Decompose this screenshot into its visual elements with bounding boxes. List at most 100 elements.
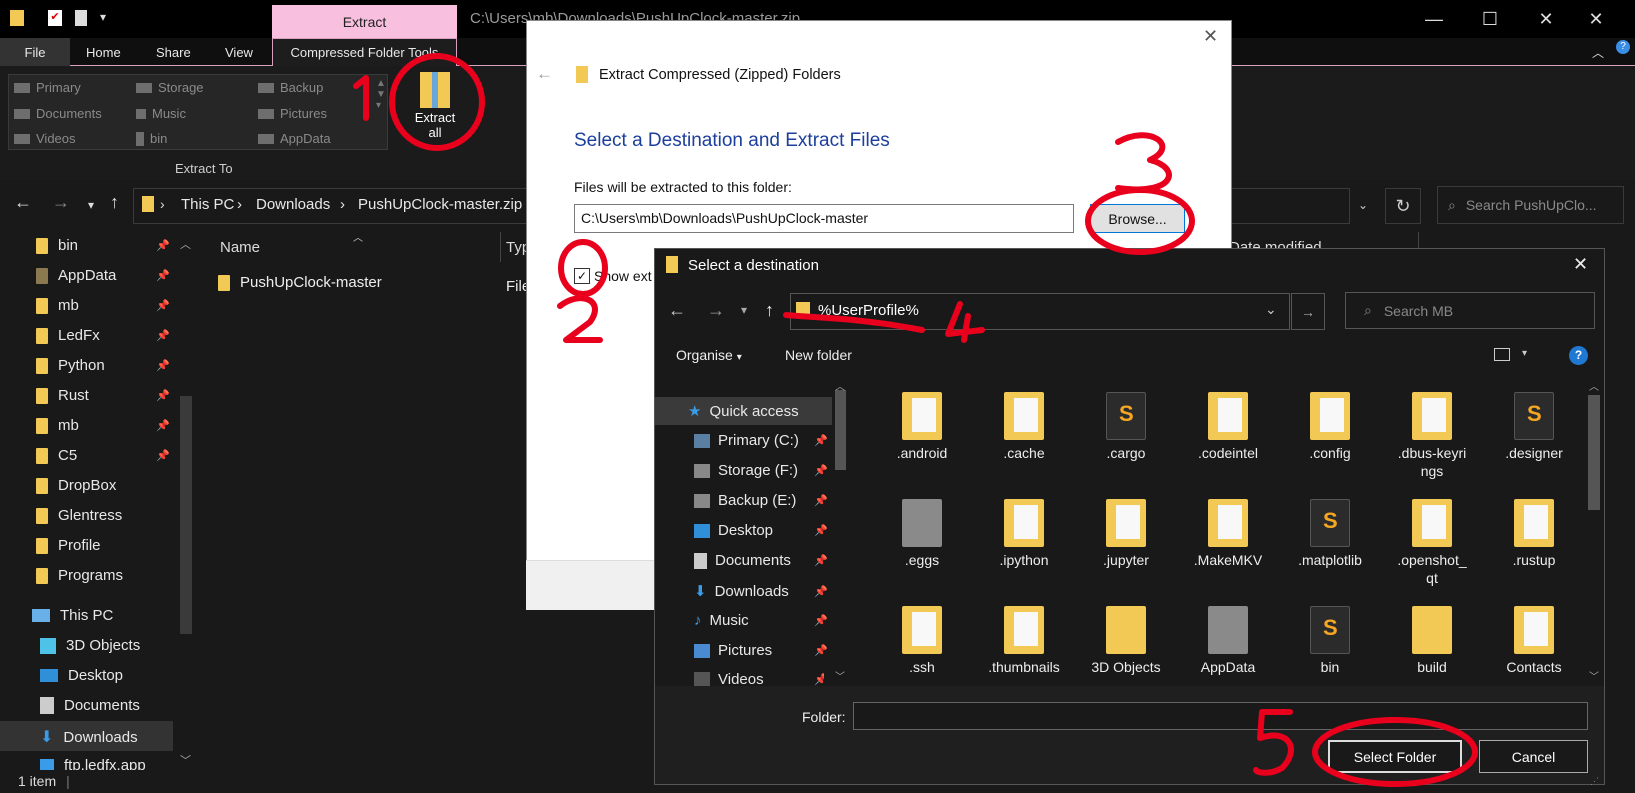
nav-item-bin[interactable]: bin 📌	[36, 237, 176, 254]
nav-item-profile[interactable]: Profile	[36, 537, 176, 554]
extract-to-backup[interactable]: Backup	[258, 80, 323, 95]
breadcrumb-downloads[interactable]: Downloads	[256, 196, 330, 213]
file-row[interactable]: PushUpClock-master	[218, 274, 518, 291]
dnav-desktop[interactable]: Desktop 📌	[694, 522, 828, 539]
collapse-ribbon-icon[interactable]: ︿	[1592, 44, 1604, 61]
view-options-icon[interactable]	[1494, 348, 1510, 361]
dnav-primary-c[interactable]: Primary (C:) 📌	[694, 432, 828, 449]
extract-path-input[interactable]: C:\Users\mb\Downloads\PushUpClock-master	[574, 204, 1074, 233]
nav-item-programs[interactable]: Programs	[36, 567, 176, 584]
new-folder-button[interactable]: New folder	[785, 347, 852, 363]
dnav-downloads[interactable]: ⬇ Downloads 📌	[694, 582, 828, 601]
folder-tile[interactable]: .rustup	[1486, 499, 1582, 569]
dialog-nav-scrollbar-thumb[interactable]	[835, 390, 846, 470]
extract-to-primary[interactable]: Primary	[14, 80, 81, 95]
nav-item-appdata[interactable]: AppData 📌	[36, 267, 176, 284]
extract-to-bin[interactable]: bin	[136, 131, 167, 146]
folder-tile[interactable]: .matplotlib	[1282, 499, 1378, 569]
dnav-backup-e[interactable]: Backup (E:) 📌	[694, 492, 828, 509]
properties-icon[interactable]: ✔	[48, 10, 62, 26]
dnav-pictures[interactable]: Pictures 📌	[694, 642, 828, 659]
folder-tile[interactable]: .cache	[976, 392, 1072, 462]
menu-home[interactable]: Home	[86, 38, 121, 66]
scroll-down-icon[interactable]: ﹀	[180, 752, 191, 768]
scroll-up-icon[interactable]: ︿	[835, 378, 845, 393]
folder-tile[interactable]: .eggs	[874, 499, 970, 569]
browse-button[interactable]: Browse...	[1090, 204, 1185, 233]
column-header-name[interactable]: Name	[220, 239, 260, 256]
nav-item-mb-2[interactable]: mb 📌	[36, 417, 176, 434]
address-dropdown-icon[interactable]: ⌄	[1265, 301, 1277, 318]
menu-view[interactable]: View	[225, 38, 253, 66]
cancel-button[interactable]: Cancel	[1479, 740, 1588, 773]
back-button[interactable]: ←	[668, 300, 686, 321]
address-dropdown-icon[interactable]: ⌄	[1358, 198, 1368, 212]
folder-tile[interactable]: .jupyter	[1078, 499, 1174, 569]
nav-item-glentress[interactable]: Glentress	[36, 507, 176, 524]
quick-access-dropdown-icon[interactable]: ▾	[100, 10, 106, 24]
up-button[interactable]: ↑	[765, 300, 774, 321]
close-window-button[interactable]: ✕	[1518, 0, 1574, 38]
dialog-address-input[interactable]: %UserProfile%	[790, 293, 1290, 330]
folder-tile[interactable]: .cargo	[1078, 392, 1174, 462]
forward-button[interactable]: →	[52, 192, 70, 213]
dialog-search-input[interactable]: ⌕ Search MB	[1345, 292, 1595, 329]
scroll-down-icon[interactable]: ﹀	[1589, 668, 1599, 683]
extract-to-pictures[interactable]: Pictures	[258, 106, 327, 121]
dnav-music[interactable]: ♪ Music 📌	[694, 612, 828, 629]
menu-share[interactable]: Share	[156, 38, 191, 66]
folder-tile[interactable]: .openshot_ qt	[1384, 499, 1480, 587]
dnav-documents[interactable]: Documents 📌	[694, 552, 828, 569]
nav-item-python[interactable]: Python 📌	[36, 357, 176, 374]
help-icon[interactable]: ?	[1616, 40, 1630, 54]
nav-item-3d-objects[interactable]: 3D Objects	[40, 637, 180, 654]
select-folder-button[interactable]: Select Folder	[1328, 740, 1462, 773]
maximize-button[interactable]: ☐	[1462, 0, 1518, 38]
extract-to-music[interactable]: Music	[136, 106, 186, 121]
scroll-down-icon[interactable]: ﹀	[835, 668, 845, 683]
up-button[interactable]: ↑	[110, 192, 119, 213]
refresh-button[interactable]: ↻	[1385, 188, 1421, 224]
folder-tile[interactable]: .ssh	[874, 606, 970, 676]
help-icon[interactable]: ?	[1569, 346, 1588, 365]
folder-tile[interactable]: AppData	[1180, 606, 1276, 676]
extract-to-documents[interactable]: Documents	[14, 106, 102, 121]
folder-tile[interactable]: 3D Objects	[1078, 606, 1174, 676]
dnav-storage-f[interactable]: Storage (F:) 📌	[694, 462, 828, 479]
nav-item-ledfx[interactable]: LedFx 📌	[36, 327, 176, 344]
recent-locations-icon[interactable]: ▾	[88, 198, 94, 212]
folder-tile[interactable]: .dbus-keyri ngs	[1384, 392, 1480, 480]
nav-item-c5[interactable]: C5 📌	[36, 447, 176, 464]
folder-tile[interactable]: .android	[874, 392, 970, 462]
show-extracted-checkbox[interactable]: ✓	[574, 268, 590, 284]
folder-tile[interactable]: build	[1384, 606, 1480, 676]
nav-item-desktop[interactable]: Desktop	[40, 667, 180, 684]
folder-tile[interactable]: .config	[1282, 392, 1378, 462]
folder-tile[interactable]: .designer	[1486, 392, 1582, 462]
nav-item-this-pc[interactable]: This PC	[32, 607, 172, 624]
nav-item-rust[interactable]: Rust 📌	[36, 387, 176, 404]
nav-item-dropbox[interactable]: DropBox	[36, 477, 176, 494]
scroll-up-icon[interactable]: ︿	[180, 236, 191, 252]
column-divider[interactable]	[500, 232, 501, 262]
gallery-scroll-icon[interactable]: ▲ ▼ ▾	[376, 78, 386, 111]
breadcrumb-this-pc[interactable]: This PC	[181, 196, 234, 213]
back-button[interactable]: ←	[14, 192, 32, 213]
nav-item-downloads[interactable]: ⬇ Downloads	[40, 727, 180, 747]
dnav-videos[interactable]: Videos 📌	[694, 672, 824, 686]
wizard-back-button[interactable]: ←	[536, 64, 553, 84]
close-icon[interactable]: ✕	[1576, 0, 1616, 38]
folder-tile[interactable]: bin	[1282, 606, 1378, 676]
forward-button[interactable]: →	[707, 300, 725, 321]
organise-menu[interactable]: Organise ▾	[676, 347, 742, 363]
extract-all-button[interactable]: Extract all	[410, 72, 460, 140]
extract-to-storage[interactable]: Storage	[136, 80, 204, 95]
folder-tile[interactable]: .thumbnails	[976, 606, 1072, 676]
new-folder-quick-icon[interactable]	[75, 10, 87, 26]
nav-item-documents[interactable]: Documents	[40, 697, 180, 714]
nav-scrollbar-thumb[interactable]	[180, 396, 192, 634]
folder-input[interactable]	[853, 702, 1588, 730]
search-input[interactable]: ⌕ Search PushUpClo...	[1437, 186, 1624, 224]
folder-tile[interactable]: Contacts	[1486, 606, 1582, 676]
dialog-close-button[interactable]: ✕	[1573, 254, 1588, 275]
